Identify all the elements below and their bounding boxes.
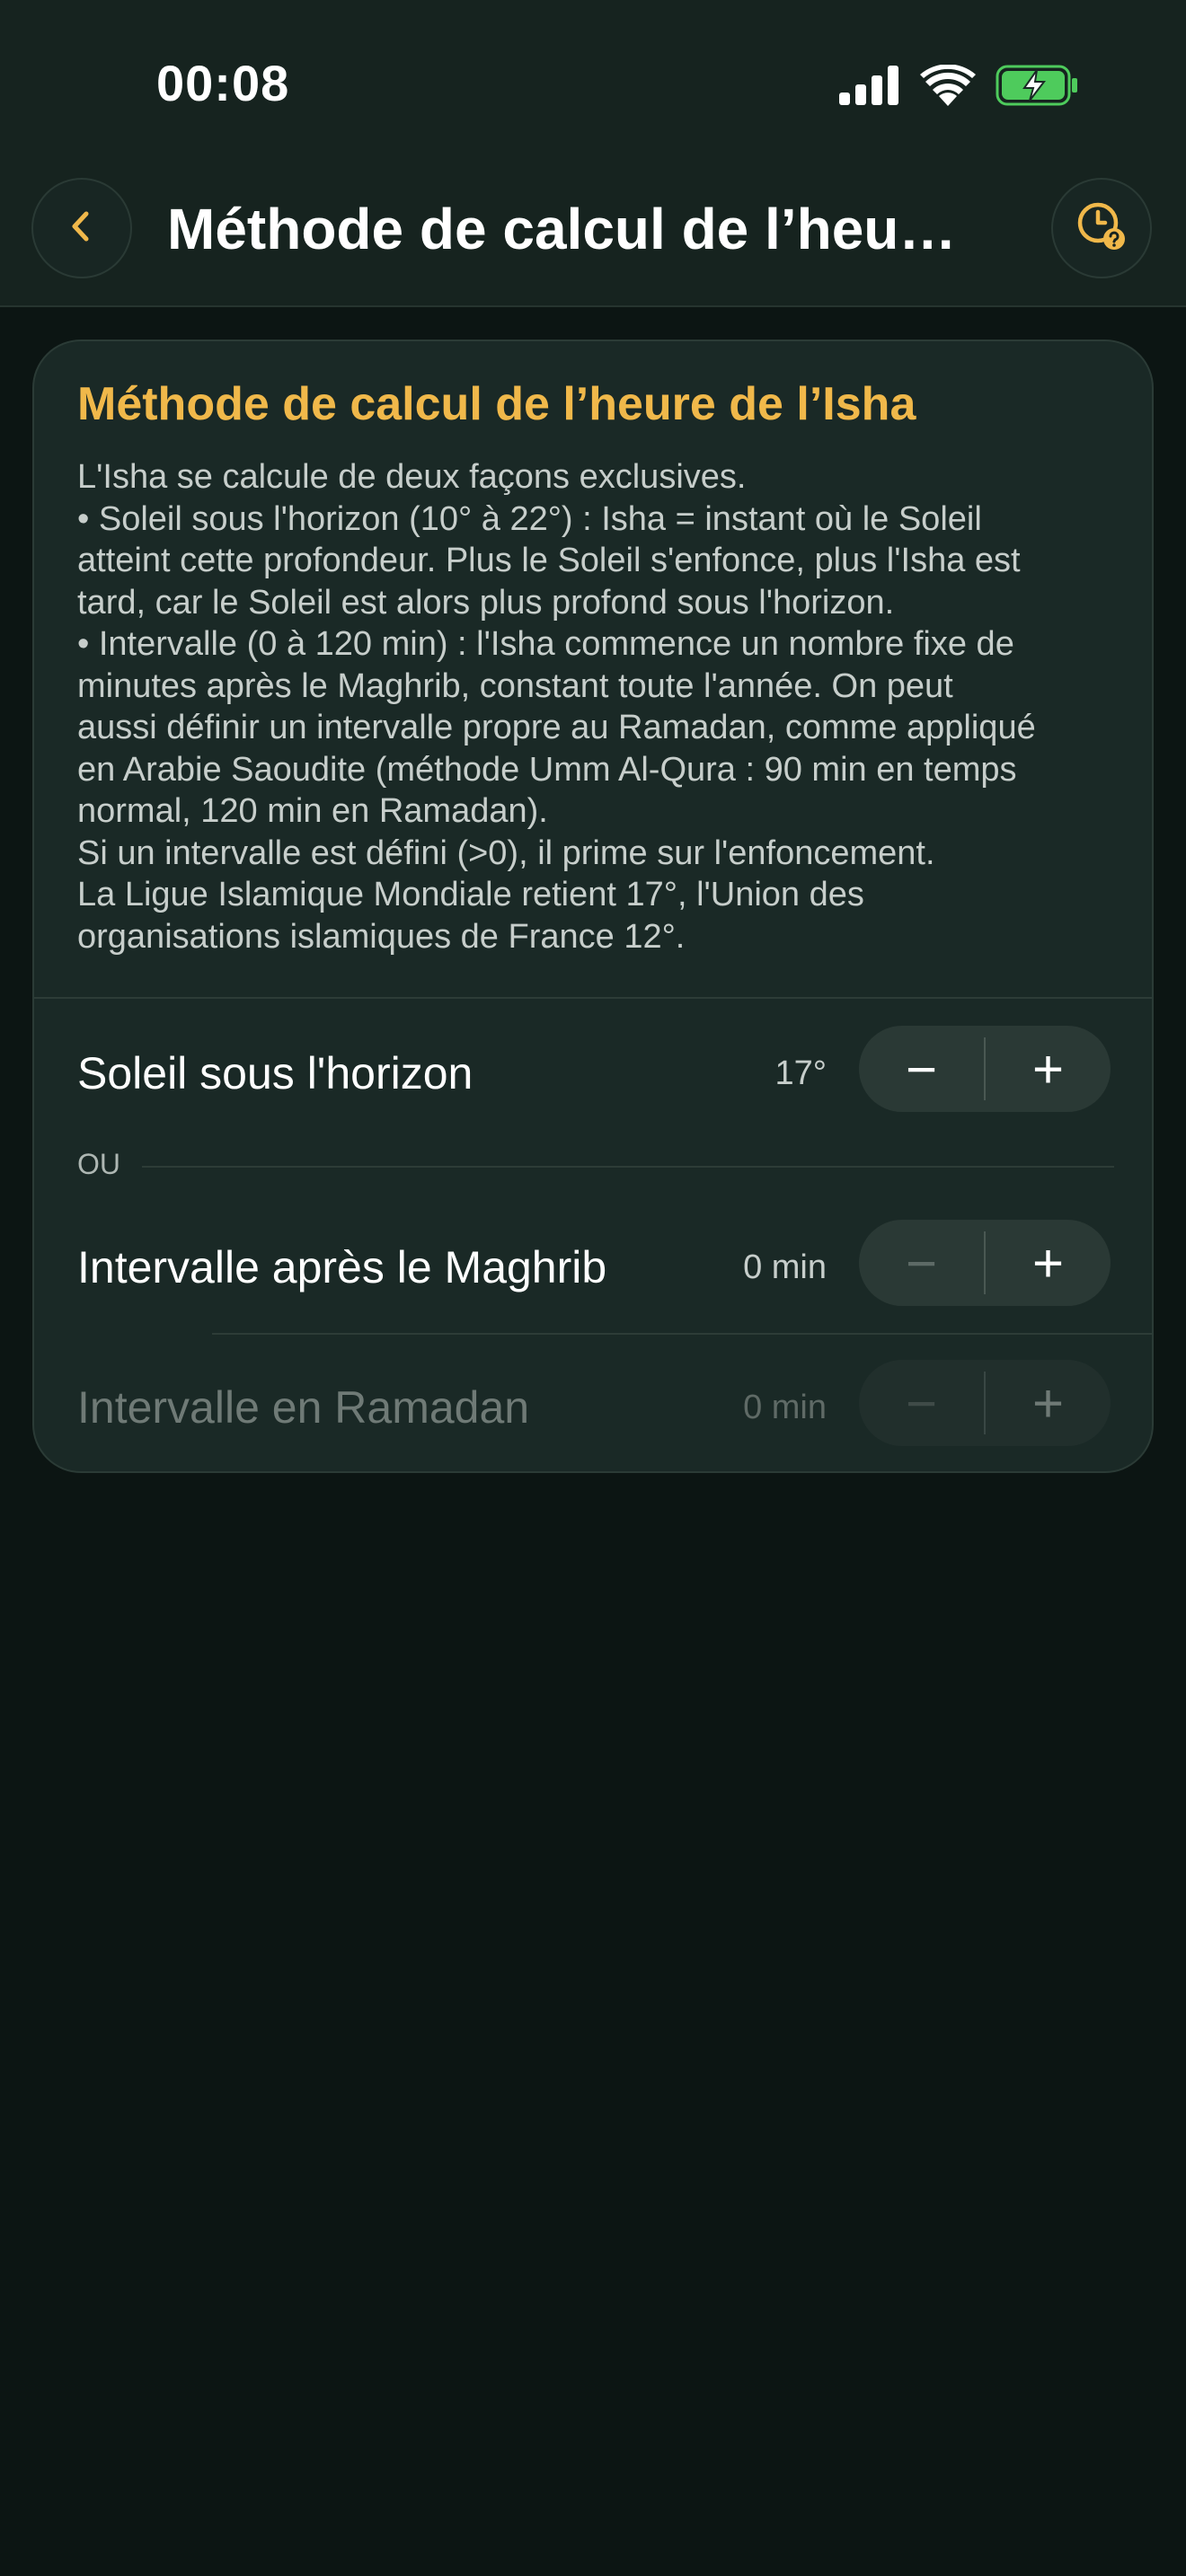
ramadan-interval-stepper: − + [859, 1360, 1111, 1446]
maghrib-interval-row: Intervalle après le Maghrib 0 min − + [34, 1220, 1152, 1310]
maghrib-interval-value: 0 min [743, 1248, 827, 1286]
or-separator-label: OU [77, 1148, 120, 1180]
description-line: minutes après le Maghrib, constant toute… [77, 666, 953, 705]
ramadan-interval-increment-button[interactable]: + [986, 1360, 1111, 1446]
description-line: atteint cette profondeur. Plus le Soleil… [77, 542, 1021, 579]
ramadan-interval-row: Intervalle en Ramadan 0 min − + [34, 1360, 1152, 1450]
maghrib-interval-label: Intervalle après le Maghrib [77, 1242, 607, 1292]
description-line: Si un intervalle est défini (>0), il pri… [77, 834, 935, 872]
maghrib-interval-stepper: − + [859, 1220, 1111, 1306]
page-title: Méthode de calcul de l’heure de l’Isha [167, 197, 976, 261]
sun-angle-row: Soleil sous l'horizon 17° − + [34, 1026, 1152, 1116]
clock-question-icon [1074, 198, 1129, 259]
sun-angle-decrement-button[interactable]: − [859, 1026, 984, 1112]
sun-angle-value: 17° [774, 1054, 827, 1092]
description-line: • Intervalle (0 à 120 min) : l'Isha comm… [77, 625, 1014, 663]
description-line: tard, car le Soleil est alors plus profo… [77, 583, 895, 622]
ramadan-interval-value: 0 min [743, 1389, 827, 1426]
chevron-left-icon [64, 208, 100, 249]
card-title: Méthode de calcul de l’heure de l’Isha [77, 378, 916, 430]
description-line: normal, 120 min en Ramadan). [77, 792, 548, 830]
maghrib-interval-decrement-button[interactable]: − [859, 1220, 984, 1306]
sun-angle-stepper: − + [859, 1026, 1111, 1112]
description-line: aussi définir un intervalle propre au Ra… [77, 709, 1036, 746]
description-line: La Ligue Islamique Mondiale retient 17°,… [77, 876, 864, 913]
sun-angle-label: Soleil sous l'horizon [77, 1048, 474, 1098]
description-line: en Arabie Saoudite (méthode Umm Al-Qura … [77, 750, 1017, 789]
status-bar: 00:08 [0, 0, 1186, 171]
ramadan-interval-decrement-button[interactable]: − [859, 1360, 984, 1446]
divider [34, 997, 1152, 999]
or-separator-line [142, 1166, 1114, 1168]
wifi-icon [920, 64, 976, 110]
status-icons [839, 64, 1078, 110]
help-button[interactable] [1051, 178, 1152, 278]
maghrib-interval-increment-button[interactable]: + [986, 1220, 1111, 1306]
isha-settings-card: Méthode de calcul de l’heure de l’Isha L… [32, 340, 1154, 1473]
description-line: organisations islamiques de France 12°. [77, 917, 686, 956]
battery-charging-icon [996, 65, 1078, 110]
description-line: L'Isha se calcule de deux façons exclusi… [77, 458, 747, 496]
sun-angle-increment-button[interactable]: + [986, 1026, 1111, 1112]
description-line: • Soleil sous l'horizon (10° à 22°) : Is… [77, 499, 982, 538]
card-description: L'Isha se calcule de deux façons exclusi… [77, 456, 1128, 957]
status-time: 00:08 [156, 55, 290, 111]
signal-icon [839, 66, 900, 110]
ramadan-interval-label: Intervalle en Ramadan [77, 1382, 530, 1433]
divider [212, 1333, 1152, 1335]
back-button[interactable] [31, 178, 132, 278]
